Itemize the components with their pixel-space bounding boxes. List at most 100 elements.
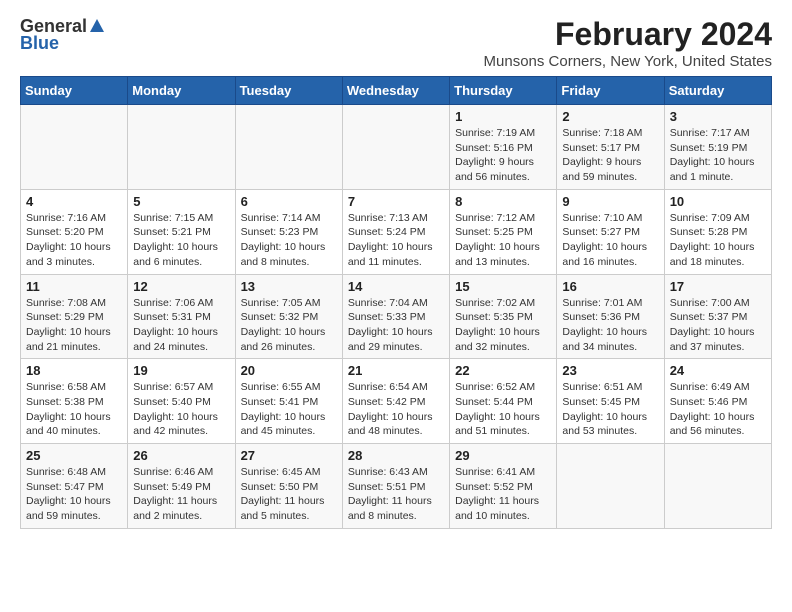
week-row-3: 11Sunrise: 7:08 AM Sunset: 5:29 PM Dayli… bbox=[21, 274, 772, 359]
week-row-2: 4 Sunrise: 7:16 AM Sunset: 5:20 PM Daylig… bbox=[21, 189, 772, 274]
day-number: 20 bbox=[241, 363, 337, 378]
day-number: 8 bbox=[455, 194, 551, 209]
day-number: 21 bbox=[348, 363, 444, 378]
day-info: Sunrise: 7:04 AM Sunset: 5:33 PM Dayligh… bbox=[348, 296, 444, 355]
header-tuesday: Tuesday bbox=[235, 77, 342, 105]
day-info: Sunrise: 7:13 AM Sunset: 5:24 PM Dayligh… bbox=[348, 211, 444, 270]
day-info: Sunrise: 6:55 AM Sunset: 5:41 PM Dayligh… bbox=[241, 380, 337, 439]
calendar-cell: 25 Sunrise: 6:48 AM Sunset: 5:47 PM Dayli… bbox=[21, 444, 128, 529]
calendar-cell: 7Sunrise: 7:13 AM Sunset: 5:24 PM Daylig… bbox=[342, 189, 449, 274]
day-info: Sunrise: 6:58 AM Sunset: 5:38 PM Dayligh… bbox=[26, 380, 122, 439]
calendar-cell: 24 Sunrise: 6:49 AM Sunset: 5:46 PM Dayli… bbox=[664, 359, 771, 444]
day-number: 12 bbox=[133, 279, 229, 294]
header-thursday: Thursday bbox=[450, 77, 557, 105]
day-number: 4 bbox=[26, 194, 122, 209]
day-info: Sunrise: 6:54 AM Sunset: 5:42 PM Dayligh… bbox=[348, 380, 444, 439]
day-number: 29 bbox=[455, 448, 551, 463]
calendar-cell: 27 Sunrise: 6:45 AM Sunset: 5:50 PM Dayli… bbox=[235, 444, 342, 529]
day-number: 17 bbox=[670, 279, 766, 294]
week-row-4: 18 Sunrise: 6:58 AM Sunset: 5:38 PM Dayli… bbox=[21, 359, 772, 444]
day-number: 16 bbox=[562, 279, 658, 294]
day-number: 26 bbox=[133, 448, 229, 463]
calendar-cell: 10Sunrise: 7:09 AM Sunset: 5:28 PM Dayli… bbox=[664, 189, 771, 274]
day-number: 6 bbox=[241, 194, 337, 209]
header-saturday: Saturday bbox=[664, 77, 771, 105]
day-info: Sunrise: 7:10 AM Sunset: 5:27 PM Dayligh… bbox=[562, 211, 658, 270]
day-info: Sunrise: 6:52 AM Sunset: 5:44 PM Dayligh… bbox=[455, 380, 551, 439]
day-info: Sunrise: 6:51 AM Sunset: 5:45 PM Dayligh… bbox=[562, 380, 658, 439]
calendar-cell: 9 Sunrise: 7:10 AM Sunset: 5:27 PM Daylig… bbox=[557, 189, 664, 274]
day-info: Sunrise: 6:43 AM Sunset: 5:51 PM Dayligh… bbox=[348, 465, 444, 524]
page-title: February 2024 bbox=[484, 16, 772, 53]
calendar-cell: 18 Sunrise: 6:58 AM Sunset: 5:38 PM Dayli… bbox=[21, 359, 128, 444]
calendar-cell: 6 Sunrise: 7:14 AM Sunset: 5:23 PM Daylig… bbox=[235, 189, 342, 274]
day-info: Sunrise: 6:48 AM Sunset: 5:47 PM Dayligh… bbox=[26, 465, 122, 524]
logo-blue: Blue bbox=[20, 33, 59, 54]
calendar-cell: 2 Sunrise: 7:18 AM Sunset: 5:17 PM Daylig… bbox=[557, 105, 664, 190]
calendar-cell: 22 Sunrise: 6:52 AM Sunset: 5:44 PM Dayli… bbox=[450, 359, 557, 444]
day-number: 2 bbox=[562, 109, 658, 124]
calendar-cell: 20 Sunrise: 6:55 AM Sunset: 5:41 PM Dayli… bbox=[235, 359, 342, 444]
day-number: 28 bbox=[348, 448, 444, 463]
calendar-cell: 13 Sunrise: 7:05 AM Sunset: 5:32 PM Dayli… bbox=[235, 274, 342, 359]
calendar-cell: 12Sunrise: 7:06 AM Sunset: 5:31 PM Dayli… bbox=[128, 274, 235, 359]
calendar-cell: 19Sunrise: 6:57 AM Sunset: 5:40 PM Dayli… bbox=[128, 359, 235, 444]
calendar-cell: 23 Sunrise: 6:51 AM Sunset: 5:45 PM Dayli… bbox=[557, 359, 664, 444]
day-number: 13 bbox=[241, 279, 337, 294]
calendar-cell: 14 Sunrise: 7:04 AM Sunset: 5:33 PM Dayli… bbox=[342, 274, 449, 359]
calendar-cell bbox=[235, 105, 342, 190]
logo-triangle bbox=[90, 19, 104, 32]
calendar-cell: 21 Sunrise: 6:54 AM Sunset: 5:42 PM Dayli… bbox=[342, 359, 449, 444]
day-info: Sunrise: 7:05 AM Sunset: 5:32 PM Dayligh… bbox=[241, 296, 337, 355]
day-number: 19 bbox=[133, 363, 229, 378]
header-monday: Monday bbox=[128, 77, 235, 105]
day-number: 18 bbox=[26, 363, 122, 378]
title-area: February 2024 Munsons Corners, New York,… bbox=[484, 16, 772, 70]
calendar-cell: 15Sunrise: 7:02 AM Sunset: 5:35 PM Dayli… bbox=[450, 274, 557, 359]
calendar-cell: 3Sunrise: 7:17 AM Sunset: 5:19 PM Daylig… bbox=[664, 105, 771, 190]
day-info: Sunrise: 7:00 AM Sunset: 5:37 PM Dayligh… bbox=[670, 296, 766, 355]
day-info: Sunrise: 6:49 AM Sunset: 5:46 PM Dayligh… bbox=[670, 380, 766, 439]
calendar-cell: 17 Sunrise: 7:00 AM Sunset: 5:37 PM Dayli… bbox=[664, 274, 771, 359]
day-info: Sunrise: 6:46 AM Sunset: 5:49 PM Dayligh… bbox=[133, 465, 229, 524]
day-number: 27 bbox=[241, 448, 337, 463]
calendar-cell: 11Sunrise: 7:08 AM Sunset: 5:29 PM Dayli… bbox=[21, 274, 128, 359]
day-info: Sunrise: 7:19 AM Sunset: 5:16 PM Dayligh… bbox=[455, 126, 551, 185]
day-number: 5 bbox=[133, 194, 229, 209]
day-info: Sunrise: 7:08 AM Sunset: 5:29 PM Dayligh… bbox=[26, 296, 122, 355]
day-number: 23 bbox=[562, 363, 658, 378]
header-friday: Friday bbox=[557, 77, 664, 105]
calendar-cell: 26 Sunrise: 6:46 AM Sunset: 5:49 PM Dayli… bbox=[128, 444, 235, 529]
header-row: SundayMondayTuesdayWednesdayThursdayFrid… bbox=[21, 77, 772, 105]
calendar-cell bbox=[664, 444, 771, 529]
page-subtitle: Munsons Corners, New York, United States bbox=[484, 53, 772, 70]
page-header: General Blue February 2024 Munsons Corne… bbox=[20, 16, 772, 70]
day-info: Sunrise: 7:18 AM Sunset: 5:17 PM Dayligh… bbox=[562, 126, 658, 185]
day-info: Sunrise: 6:41 AM Sunset: 5:52 PM Dayligh… bbox=[455, 465, 551, 524]
calendar-cell bbox=[557, 444, 664, 529]
week-row-1: 1 Sunrise: 7:19 AM Sunset: 5:16 PM Daylig… bbox=[21, 105, 772, 190]
day-info: Sunrise: 7:01 AM Sunset: 5:36 PM Dayligh… bbox=[562, 296, 658, 355]
header-wednesday: Wednesday bbox=[342, 77, 449, 105]
day-info: Sunrise: 7:14 AM Sunset: 5:23 PM Dayligh… bbox=[241, 211, 337, 270]
calendar-cell bbox=[342, 105, 449, 190]
week-row-5: 25 Sunrise: 6:48 AM Sunset: 5:47 PM Dayli… bbox=[21, 444, 772, 529]
calendar-cell: 28 Sunrise: 6:43 AM Sunset: 5:51 PM Dayli… bbox=[342, 444, 449, 529]
day-number: 1 bbox=[455, 109, 551, 124]
day-info: Sunrise: 7:09 AM Sunset: 5:28 PM Dayligh… bbox=[670, 211, 766, 270]
day-number: 14 bbox=[348, 279, 444, 294]
day-info: Sunrise: 6:45 AM Sunset: 5:50 PM Dayligh… bbox=[241, 465, 337, 524]
calendar-cell: 8Sunrise: 7:12 AM Sunset: 5:25 PM Daylig… bbox=[450, 189, 557, 274]
day-number: 24 bbox=[670, 363, 766, 378]
day-info: Sunrise: 7:02 AM Sunset: 5:35 PM Dayligh… bbox=[455, 296, 551, 355]
calendar-cell: 4 Sunrise: 7:16 AM Sunset: 5:20 PM Daylig… bbox=[21, 189, 128, 274]
day-info: Sunrise: 7:16 AM Sunset: 5:20 PM Dayligh… bbox=[26, 211, 122, 270]
day-number: 3 bbox=[670, 109, 766, 124]
day-number: 22 bbox=[455, 363, 551, 378]
day-info: Sunrise: 7:15 AM Sunset: 5:21 PM Dayligh… bbox=[133, 211, 229, 270]
calendar-cell: 16 Sunrise: 7:01 AM Sunset: 5:36 PM Dayli… bbox=[557, 274, 664, 359]
day-number: 25 bbox=[26, 448, 122, 463]
day-number: 9 bbox=[562, 194, 658, 209]
calendar-cell: 29 Sunrise: 6:41 AM Sunset: 5:52 PM Dayli… bbox=[450, 444, 557, 529]
calendar-table: SundayMondayTuesdayWednesdayThursdayFrid… bbox=[20, 76, 772, 529]
